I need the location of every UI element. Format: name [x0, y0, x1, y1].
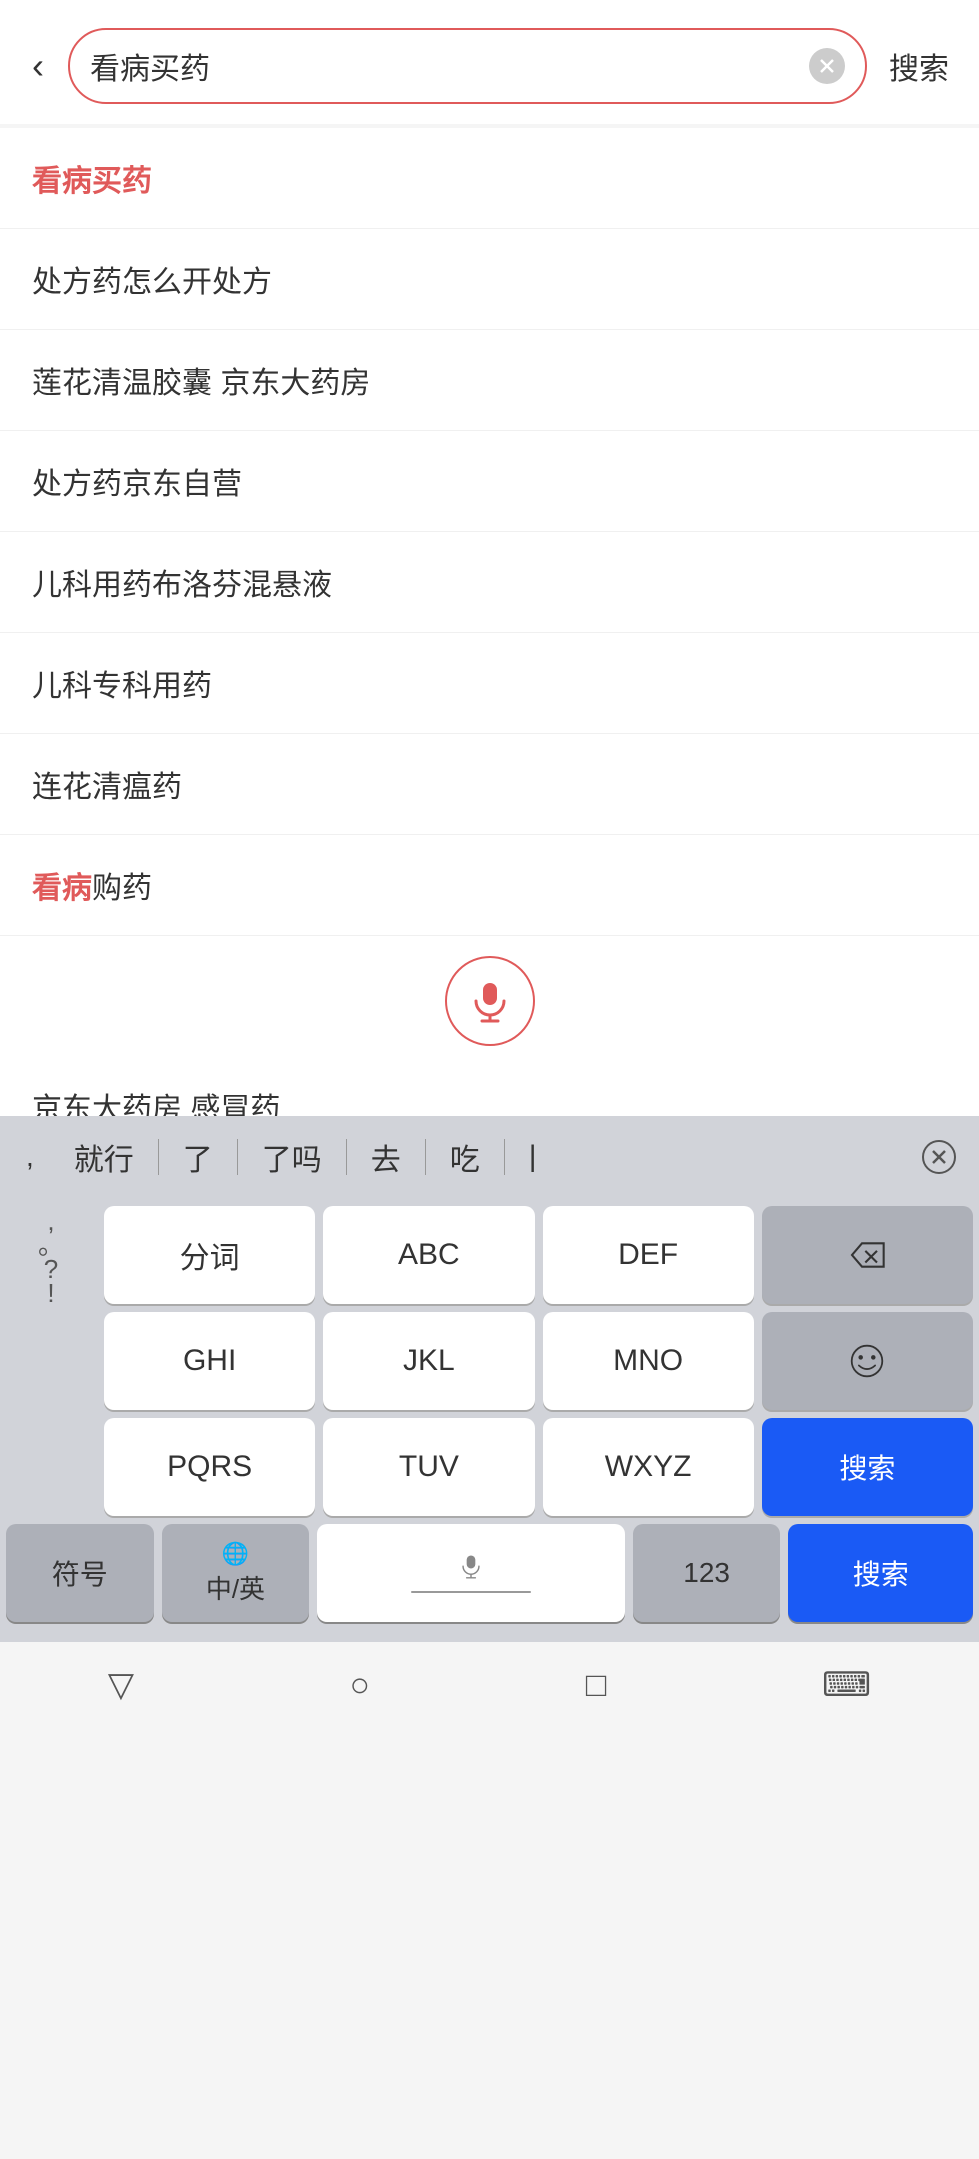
key-row-3: PQRS TUV WXYZ 搜索	[6, 1418, 973, 1516]
suggestion-item[interactable]: 处方药京东自营	[0, 431, 979, 532]
suggestion-text-7a: 看病	[32, 863, 92, 907]
nav-bar: ▽ ○ □ ⌨	[0, 1642, 979, 1732]
nav-home-button[interactable]: ○	[350, 1666, 371, 1705]
suggestion-text-3: 处方药京东自营	[32, 459, 242, 503]
predict-word-2[interactable]: 了吗	[238, 1125, 346, 1189]
search-input[interactable]: 看病买药	[90, 44, 799, 88]
punct-exclaim[interactable]: !	[47, 1280, 54, 1302]
key-abc[interactable]: ABC	[323, 1206, 534, 1304]
predict-word-0[interactable]: 就行	[50, 1125, 158, 1189]
predict-words: 就行 了 了吗 去 吃 |	[50, 1125, 909, 1189]
key-fenci[interactable]: 分词	[104, 1206, 315, 1304]
key-row-bottom: 符号 🌐 中/英 123 搜索	[6, 1524, 973, 1622]
key-row-2: GHI JKL MNO	[6, 1312, 973, 1410]
key-num[interactable]: 123	[633, 1524, 781, 1622]
keyboard: , 。 ? ! 分词 ABC DEF GHI JKL MNO	[0, 1198, 979, 1642]
suggestion-text-0: 看病买药	[32, 156, 152, 200]
mic-container	[0, 936, 979, 1056]
predict-word-3[interactable]: 去	[347, 1125, 425, 1189]
suggestion-text-4: 儿科用药布洛芬混悬液	[32, 560, 332, 604]
suggestion-text-1: 处方药怎么开处方	[32, 257, 272, 301]
key-mno[interactable]: MNO	[543, 1312, 754, 1410]
predict-bar: , 就行 了 了吗 去 吃 |	[0, 1116, 979, 1198]
space-line	[411, 1591, 531, 1593]
suggestion-item[interactable]: 连花清瘟药	[0, 734, 979, 835]
suggestion-item[interactable]: 儿科专科用药	[0, 633, 979, 734]
predict-word-5[interactable]: |	[505, 1130, 561, 1184]
punct-question[interactable]: ?	[44, 1256, 58, 1278]
predict-comma: ,	[10, 1141, 50, 1173]
suggestion-text-5: 儿科专科用药	[32, 661, 212, 705]
key-wxyz[interactable]: WXYZ	[543, 1418, 754, 1516]
punct-comma[interactable]: ,	[47, 1208, 54, 1230]
key-symbol[interactable]: 符号	[6, 1524, 154, 1622]
suggestion-text-6: 连花清瘟药	[32, 762, 182, 806]
key-tuv[interactable]: TUV	[323, 1418, 534, 1516]
key-emoji[interactable]	[762, 1312, 973, 1410]
punct-period[interactable]: 。	[38, 1232, 64, 1254]
clear-icon[interactable]	[809, 48, 845, 84]
search-bar: 看病买药	[68, 28, 867, 104]
suggestion-item[interactable]: 看病购药	[0, 835, 979, 936]
header: ‹ 看病买药 搜索	[0, 0, 979, 124]
suggestion-item[interactable]: 莲花清温胶囊 京东大药房	[0, 330, 979, 431]
back-button[interactable]: ‹	[24, 44, 52, 88]
suggestion-text-7b: 购药	[92, 863, 152, 907]
nav-keyboard-button[interactable]: ⌨	[822, 1665, 871, 1705]
key-space[interactable]	[317, 1524, 625, 1622]
predict-delete-button[interactable]	[909, 1127, 969, 1187]
lang-label: 中/英	[206, 1569, 265, 1606]
suggestions-list: 看病买药 处方药怎么开处方 莲花清温胶囊 京东大药房 处方药京东自营 儿科用药布…	[0, 128, 979, 936]
punctuation-col: , 。 ? !	[6, 1206, 96, 1304]
globe-icon: 🌐	[222, 1541, 249, 1567]
predict-word-4[interactable]: 吃	[426, 1125, 504, 1189]
key-ghi[interactable]: GHI	[104, 1312, 315, 1410]
space-mic-icon	[460, 1554, 482, 1587]
key-search-action[interactable]: 搜索	[788, 1524, 973, 1622]
voice-mic-button[interactable]	[445, 956, 535, 1046]
key-search-keyboard[interactable]: 搜索	[762, 1418, 973, 1516]
key-lang[interactable]: 🌐 中/英	[162, 1524, 310, 1622]
suggestion-item[interactable]: 处方药怎么开处方	[0, 229, 979, 330]
suggestion-item[interactable]: 儿科用药布洛芬混悬液	[0, 532, 979, 633]
space-mic-container	[411, 1554, 531, 1593]
search-button[interactable]: 搜索	[883, 44, 955, 88]
suggestion-item[interactable]: 看病买药	[0, 128, 979, 229]
key-row-1: , 。 ? ! 分词 ABC DEF	[6, 1206, 973, 1304]
nav-recent-button[interactable]: □	[586, 1666, 607, 1705]
key-def[interactable]: DEF	[543, 1206, 754, 1304]
partial-suggestion-item[interactable]: 京东大药房 感冒药	[0, 1056, 979, 1116]
key-backspace[interactable]	[762, 1206, 973, 1304]
partial-suggestion-text: 京东大药房 感冒药	[32, 1093, 280, 1116]
key-jkl[interactable]: JKL	[323, 1312, 534, 1410]
key-pqrs[interactable]: PQRS	[104, 1418, 315, 1516]
nav-back-button[interactable]: ▽	[108, 1665, 134, 1705]
predict-word-1[interactable]: 了	[159, 1125, 237, 1189]
suggestion-text-2: 莲花清温胶囊 京东大药房	[32, 358, 370, 402]
